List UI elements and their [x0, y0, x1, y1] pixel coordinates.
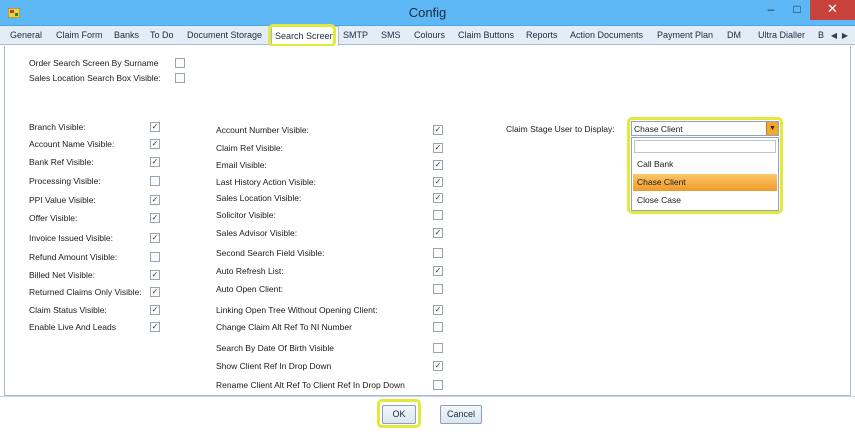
second-search-field-visible-checkbox[interactable] [433, 248, 443, 258]
branch-visible-checkbox[interactable]: ✓ [150, 122, 160, 132]
billed-net-visible-checkbox[interactable]: ✓ [150, 270, 160, 280]
returned-claims-only-checkbox[interactable]: ✓ [150, 287, 160, 297]
tab-scroll-left-icon[interactable]: ◀ [829, 30, 839, 42]
ppi-value-visible-checkbox[interactable]: ✓ [150, 195, 160, 205]
processing-visible-checkbox[interactable] [150, 176, 160, 186]
linking-open-tree-label: Linking Open Tree Without Opening Client… [216, 305, 378, 315]
refund-amount-visible-checkbox[interactable] [150, 252, 160, 262]
branch-visible-label: Branch Visible: [29, 122, 86, 132]
claim-ref-visible-checkbox[interactable]: ✓ [433, 143, 443, 153]
offer-visible-checkbox[interactable]: ✓ [150, 213, 160, 223]
second-search-field-visible-label: Second Search Field Visible: [216, 248, 325, 258]
solicitor-visible-checkbox[interactable] [433, 210, 443, 220]
tab-more[interactable]: B [818, 28, 824, 44]
rename-client-alt-ref-label: Rename Client Alt Ref To Client Ref In D… [216, 380, 405, 390]
bank-ref-visible-label: Bank Ref Visible: [29, 157, 94, 167]
invoice-issued-visible-label: Invoice Issued Visible: [29, 233, 113, 243]
cancel-button[interactable]: Cancel [440, 405, 482, 424]
change-claim-alt-ref-checkbox[interactable] [433, 322, 443, 332]
solicitor-visible-label: Solicitor Visible: [216, 210, 276, 220]
tab-claim-buttons[interactable]: Claim Buttons [458, 28, 514, 44]
tab-claim-form[interactable]: Claim Form [56, 28, 103, 44]
account-name-visible-checkbox[interactable]: ✓ [150, 139, 160, 149]
account-number-visible-label: Account Number Visible: [216, 125, 309, 135]
tab-dm[interactable]: DM [727, 28, 741, 44]
email-visible-checkbox[interactable]: ✓ [433, 160, 443, 170]
ok-button[interactable]: OK [382, 405, 416, 424]
sales-location-search-checkbox[interactable] [175, 73, 185, 83]
tab-to-do[interactable]: To Do [150, 28, 174, 44]
auto-open-client-checkbox[interactable] [433, 284, 443, 294]
linking-open-tree-checkbox[interactable]: ✓ [433, 305, 443, 315]
rename-client-alt-ref-checkbox[interactable] [433, 380, 443, 390]
tab-payment-plan[interactable]: Payment Plan [657, 28, 713, 44]
change-claim-alt-ref-label: Change Claim Alt Ref To NI Number [216, 322, 352, 332]
claim-stage-label: Claim Stage User to Display: [506, 124, 615, 134]
email-visible-label: Email Visible: [216, 160, 267, 170]
last-history-action-visible-label: Last History Action Visible: [216, 177, 316, 187]
auto-open-client-label: Auto Open Client: [216, 284, 284, 294]
tab-colours[interactable]: Colours [414, 28, 445, 44]
claim-stage-selected: Chase Client [634, 124, 683, 134]
enable-live-and-leads-checkbox[interactable]: ✓ [150, 322, 160, 332]
sales-location-visible-checkbox[interactable]: ✓ [433, 193, 443, 203]
claim-stage-dropdown-list: Call Bank Chase Client Close Case [631, 137, 779, 211]
account-name-visible-label: Account Name Visible: [29, 139, 115, 149]
close-button[interactable]: ✕ [810, 0, 855, 20]
last-history-action-visible-checkbox[interactable]: ✓ [433, 177, 443, 187]
dropdown-option-chase-client[interactable]: Chase Client [633, 174, 777, 191]
claim-ref-visible-label: Claim Ref Visible: [216, 143, 283, 153]
refund-amount-visible-label: Refund Amount Visible: [29, 252, 118, 262]
offer-visible-label: Offer Visible: [29, 213, 78, 223]
returned-claims-only-label: Returned Claims Only Visible: [29, 287, 142, 297]
title-bar: Config – □ ✕ [0, 0, 855, 26]
tab-smtp[interactable]: SMTP [343, 28, 368, 44]
sales-advisor-visible-label: Sales Advisor Visible: [216, 228, 298, 238]
tab-reports[interactable]: Reports [526, 28, 558, 44]
search-by-dob-visible-label: Search By Date Of Birth Visible [216, 343, 334, 353]
enable-live-and-leads-label: Enable Live And Leads [29, 322, 116, 332]
dialog-button-bar: OK Cancel [0, 396, 855, 436]
ppi-value-visible-label: PPI Value Visible: [29, 195, 96, 205]
tab-ultra-dialler[interactable]: Ultra Dialler [758, 28, 805, 44]
tab-document-storage[interactable]: Document Storage [187, 28, 262, 44]
dropdown-arrow-icon[interactable]: ▼ [766, 122, 778, 135]
tab-general[interactable]: General [10, 28, 42, 44]
search-screen-panel [4, 46, 851, 396]
window-title: Config [408, 5, 447, 20]
auto-refresh-list-label: Auto Refresh List: [216, 266, 284, 276]
order-by-surname-label: Order Search Screen By Surname [29, 58, 159, 68]
sales-location-search-label: Sales Location Search Box Visible: [29, 73, 161, 83]
account-number-visible-checkbox[interactable]: ✓ [433, 125, 443, 135]
sales-location-visible-label: Sales Location Visible: [216, 193, 302, 203]
claim-stage-combo[interactable]: Chase Client ▼ [631, 121, 779, 136]
tab-strip: General Claim Form Banks To Do Document … [0, 26, 855, 46]
search-by-dob-visible-checkbox[interactable] [433, 343, 443, 353]
processing-visible-label: Processing Visible: [29, 176, 101, 186]
maximize-button[interactable]: □ [784, 0, 810, 20]
invoice-issued-visible-checkbox[interactable]: ✓ [150, 233, 160, 243]
order-by-surname-checkbox[interactable] [175, 58, 185, 68]
dropdown-option-close-case[interactable]: Close Case [633, 192, 777, 209]
tab-banks[interactable]: Banks [114, 28, 139, 44]
minimize-button[interactable]: – [758, 0, 784, 20]
sales-advisor-visible-checkbox[interactable]: ✓ [433, 228, 443, 238]
billed-net-visible-label: Billed Net Visible: [29, 270, 95, 280]
tab-action-documents[interactable]: Action Documents [570, 28, 643, 44]
auto-refresh-list-checkbox[interactable]: ✓ [433, 266, 443, 276]
tab-scroll-right-icon[interactable]: ▶ [840, 30, 850, 42]
dropdown-option-call-bank[interactable]: Call Bank [633, 156, 777, 173]
bank-ref-visible-checkbox[interactable]: ✓ [150, 157, 160, 167]
show-client-ref-label: Show Client Ref In Drop Down [216, 361, 332, 371]
dropdown-search-input[interactable] [634, 140, 776, 153]
tab-search-screen[interactable]: Search Screen [271, 26, 339, 46]
tab-sms[interactable]: SMS [381, 28, 401, 44]
claim-status-visible-checkbox[interactable]: ✓ [150, 305, 160, 315]
show-client-ref-checkbox[interactable]: ✓ [433, 361, 443, 371]
claim-status-visible-label: Claim Status Visible: [29, 305, 107, 315]
